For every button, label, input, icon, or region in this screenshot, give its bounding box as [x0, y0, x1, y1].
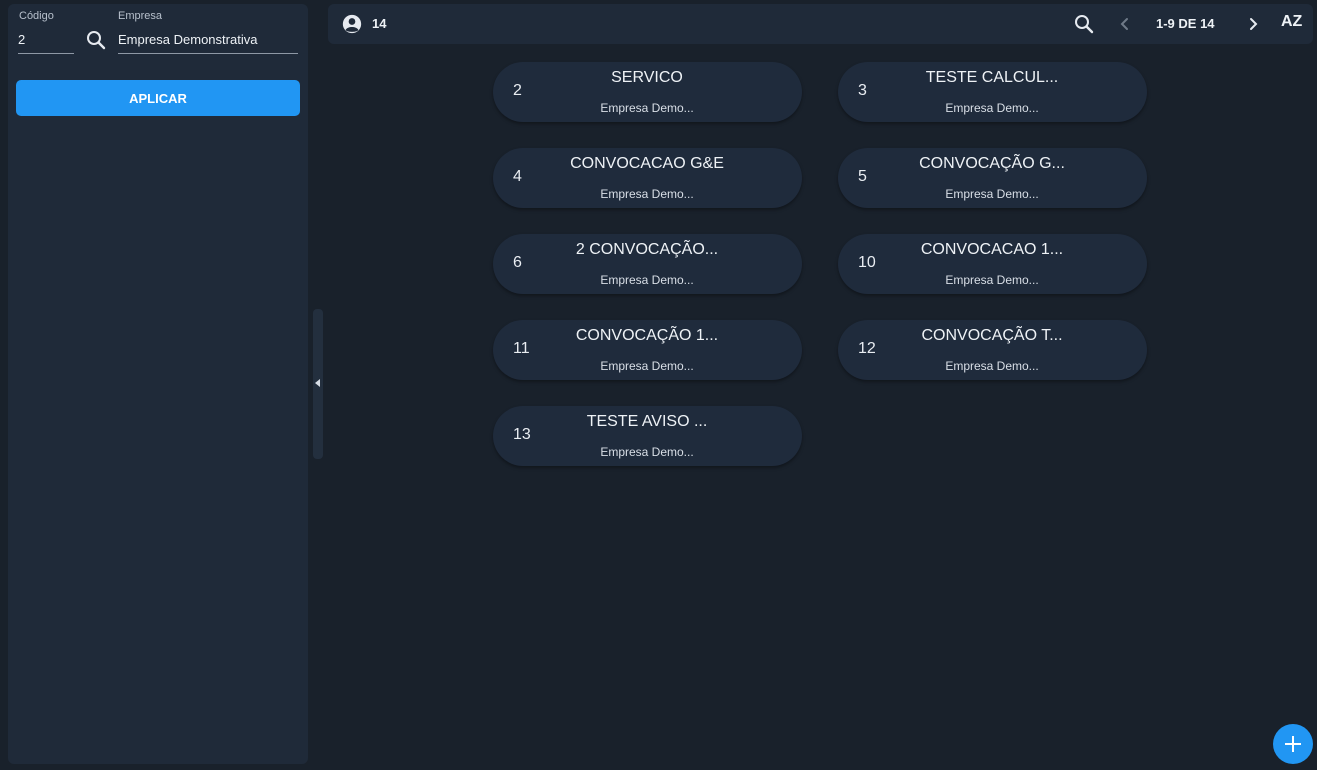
toolbar-search-button[interactable] [1072, 12, 1096, 36]
record-name: 2 CONVOCAÇÃO... [575, 241, 719, 258]
record-name: SERVICO [611, 69, 683, 86]
record-card[interactable]: 4 CONVOCACAO G&E Empresa Demo... [493, 148, 802, 208]
record-name: TESTE CALCUL... [925, 69, 1059, 86]
record-company: Empresa Demo... [600, 359, 694, 373]
record-card[interactable]: 3 TESTE CALCUL... Empresa Demo... [838, 62, 1147, 122]
record-code: 6 [513, 254, 522, 271]
record-company: Empresa Demo... [945, 359, 1039, 373]
record-code: 2 [513, 82, 522, 99]
record-company: Empresa Demo... [600, 445, 694, 459]
chevron-left-icon [1120, 18, 1128, 30]
sort-az-button[interactable]: AZ [1281, 13, 1302, 31]
record-name: TESTE AVISO ... [586, 413, 708, 430]
record-card[interactable]: 2 SERVICO Empresa Demo... [493, 62, 802, 122]
collapse-panel-handle[interactable] [313, 309, 323, 459]
account-circle-icon [342, 14, 362, 34]
search-button[interactable] [84, 28, 108, 52]
add-button[interactable] [1273, 724, 1313, 764]
chevron-right-icon [1250, 18, 1258, 30]
filter-panel: Código 2 Empresa Empresa Demonstrativa A… [8, 4, 308, 764]
record-card[interactable]: 12 CONVOCAÇÃO T... Empresa Demo... [838, 320, 1147, 380]
record-company: Empresa Demo... [600, 187, 694, 201]
record-card[interactable]: 5 CONVOCAÇÃO G... Empresa Demo... [838, 148, 1147, 208]
record-card[interactable]: 11 CONVOCAÇÃO 1... Empresa Demo... [493, 320, 802, 380]
search-icon [1075, 15, 1094, 34]
toolbar: 14 1-9 DE 14 AZ [328, 4, 1313, 44]
next-page-button[interactable] [1241, 12, 1265, 36]
empresa-label: Empresa [118, 10, 163, 22]
codigo-label: Código [19, 10, 54, 22]
record-company: Empresa Demo... [600, 101, 694, 115]
prev-page-button[interactable] [1113, 12, 1137, 36]
record-name: CONVOCAÇÃO 1... [575, 327, 719, 344]
apply-button[interactable]: APLICAR [16, 80, 300, 116]
plus-icon-vertical [1292, 736, 1294, 752]
record-code: 10 [858, 254, 876, 271]
record-code: 11 [513, 340, 530, 357]
record-code: 3 [858, 82, 867, 99]
record-card[interactable]: 10 CONVOCACAO 1... Empresa Demo... [838, 234, 1147, 294]
empresa-input[interactable]: Empresa Demonstrativa [118, 32, 298, 54]
record-code: 4 [513, 168, 522, 185]
search-icon [87, 31, 106, 50]
record-company: Empresa Demo... [945, 101, 1039, 115]
record-name: CONVOCACAO 1... [920, 241, 1064, 258]
record-name: CONVOCAÇÃO G... [919, 155, 1065, 172]
record-card[interactable]: 6 2 CONVOCAÇÃO... Empresa Demo... [493, 234, 802, 294]
record-code: 12 [858, 340, 876, 357]
record-code: 5 [858, 168, 867, 185]
record-code: 13 [513, 426, 531, 443]
record-card[interactable]: 13 TESTE AVISO ... Empresa Demo... [493, 406, 802, 466]
record-company: Empresa Demo... [600, 273, 694, 287]
codigo-input[interactable]: 2 [18, 32, 74, 54]
pagination-text: 1-9 DE 14 [1156, 16, 1215, 31]
record-name: CONVOCACAO G&E [570, 155, 724, 172]
record-company: Empresa Demo... [945, 187, 1039, 201]
cards-grid: 2 SERVICO Empresa Demo... 3 TESTE CALCUL... E… [493, 62, 1148, 466]
caret-left-icon [315, 379, 320, 387]
record-count: 14 [372, 16, 387, 31]
record-company: Empresa Demo... [945, 273, 1039, 287]
record-name: CONVOCAÇÃO T... [921, 327, 1063, 344]
